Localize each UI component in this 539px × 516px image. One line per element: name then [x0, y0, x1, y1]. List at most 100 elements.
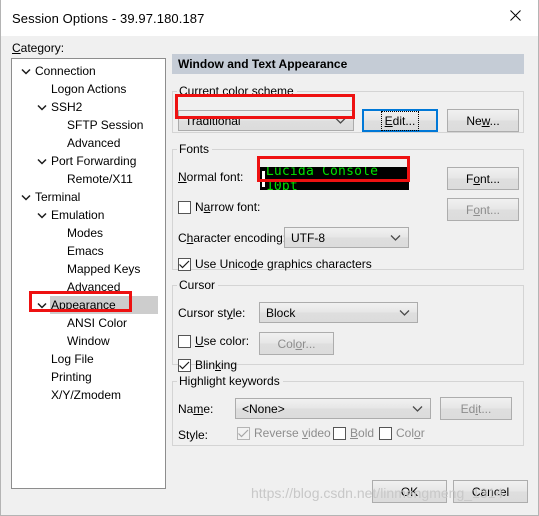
bold-checkbox-wrap[interactable]: Bold: [333, 426, 374, 440]
tree-item-label: X/Y/Zmodem: [51, 388, 122, 402]
blinking-label: Blinking: [195, 358, 238, 372]
tree-item-port-forwarding[interactable]: Port Forwarding: [12, 152, 165, 170]
highlight-style-label: Style:: [178, 428, 209, 442]
chevron-down-icon[interactable]: [18, 68, 34, 75]
tree-item-mapped-keys[interactable]: Mapped Keys: [12, 260, 165, 278]
reverse-video-label: Reverse video: [254, 426, 331, 440]
tree-item-label: Connection: [35, 64, 96, 78]
chevron-down-icon: [399, 309, 410, 316]
cursor-color-button-label: Color...: [277, 336, 316, 351]
tree-item-advanced[interactable]: Advanced: [12, 134, 165, 152]
tree-item-label: SFTP Session: [67, 118, 144, 132]
cursor-style-row: Cursor style:: [178, 306, 245, 320]
tree-item-emulation[interactable]: Emulation: [12, 206, 165, 224]
chevron-down-icon[interactable]: [18, 194, 34, 201]
settings-panel: Window and Text Appearance: [172, 54, 524, 74]
chevron-down-icon[interactable]: [34, 212, 50, 219]
chevron-down-icon[interactable]: [34, 158, 50, 165]
unicode-graphics-label: Use Unicode graphics characters: [195, 257, 372, 271]
ok-button[interactable]: OK: [372, 480, 447, 503]
highlight-style-row: Style:: [178, 428, 208, 442]
tree-item-sftp-session[interactable]: SFTP Session: [12, 116, 165, 134]
text-caret: [262, 170, 265, 187]
color-scheme-new-button[interactable]: New...: [447, 109, 519, 132]
tree-item-remote-x11[interactable]: Remote/X11: [12, 170, 165, 188]
color-checkbox-wrap[interactable]: Color: [379, 426, 425, 440]
chevron-down-icon: [390, 234, 401, 241]
use-color-label: Use color:: [195, 334, 250, 348]
tree-item-logon-actions[interactable]: Logon Actions: [12, 80, 165, 98]
unicode-graphics-checkbox-wrap[interactable]: Use Unicode graphics characters: [178, 257, 372, 271]
narrow-font-label: Narrow font:: [195, 200, 261, 214]
narrow-font-checkbox-wrap[interactable]: Narrow font:: [178, 200, 260, 214]
tree-item-connection[interactable]: Connection: [12, 62, 165, 80]
normal-font-button[interactable]: Font...: [447, 167, 519, 190]
tree-item-label: SSH2: [51, 100, 83, 114]
chevron-down-icon[interactable]: [34, 302, 50, 309]
tree-item-window[interactable]: Window: [12, 332, 165, 350]
chevron-down-icon[interactable]: [34, 104, 50, 111]
window-title: Session Options - 39.97.180.187: [12, 10, 205, 26]
color-checkbox[interactable]: [379, 426, 392, 440]
tree-item-ssh2[interactable]: SSH2: [12, 98, 165, 116]
cursor-legend: Cursor: [179, 278, 216, 292]
close-icon[interactable]: [492, 0, 538, 31]
encoding-label: Character encoding:: [178, 231, 287, 245]
bold-checkbox[interactable]: [333, 426, 346, 440]
tree-item-label: Mapped Keys: [67, 262, 141, 276]
encoding-value: UTF-8: [291, 230, 325, 245]
highlight-edit-button: Edit...: [440, 397, 512, 420]
tree-item-emacs[interactable]: Emacs: [12, 242, 165, 260]
use-color-checkbox-wrap[interactable]: Use color:: [178, 334, 249, 348]
color-scheme-new-label: New...: [466, 113, 500, 128]
tree-item-label: Port Forwarding: [51, 154, 137, 168]
chevron-down-icon: [412, 405, 423, 412]
use-color-checkbox[interactable]: [178, 334, 191, 348]
tree-item-label: Advanced: [67, 280, 121, 294]
highlight-name-combo[interactable]: <None>: [235, 398, 431, 419]
tree-item-label: Appearance: [50, 296, 158, 314]
bold-label: Bold: [350, 426, 375, 440]
highlight-name-value: <None>: [242, 401, 285, 416]
tree-item-terminal[interactable]: Terminal: [12, 188, 165, 206]
tree-item-label: ANSI Color: [67, 316, 128, 330]
tree-item-label: Log File: [51, 352, 94, 366]
tree-item-modes[interactable]: Modes: [12, 224, 165, 242]
tree-item-printing[interactable]: Printing: [12, 368, 165, 386]
blinking-checkbox[interactable]: [178, 358, 191, 372]
category-tree[interactable]: Connection Logon Actions SSH2 SFTP Session A…: [11, 58, 166, 489]
encoding-row: Character encoding:: [178, 231, 286, 245]
blinking-checkbox-wrap[interactable]: Blinking: [178, 358, 237, 372]
fonts-legend: Fonts: [179, 142, 210, 156]
cancel-button[interactable]: Cancel: [453, 480, 528, 503]
reverse-video-checkbox-wrap: Reverse video: [237, 426, 331, 440]
ok-button-label: OK: [400, 484, 419, 499]
tree-item-log-file[interactable]: Log File: [12, 350, 165, 368]
cursor-style-combo[interactable]: Block: [259, 302, 418, 323]
tree-item-label: Emulation: [51, 208, 105, 222]
highlight-keywords-group: Highlight keywords Name: <None> Edit... …: [172, 374, 524, 446]
highlight-name-row: Name:: [178, 402, 213, 416]
highlight-name-label: Name:: [178, 402, 214, 416]
cursor-color-button: Color...: [259, 332, 334, 355]
tree-item-label: Terminal: [35, 190, 81, 204]
fonts-group: Fonts Normal font: Lucida Console 10pt F…: [172, 142, 524, 271]
tree-item-label: Advanced: [67, 136, 121, 150]
tree-item-label: Printing: [51, 370, 92, 384]
color-scheme-edit-button[interactable]: Edit...: [362, 109, 438, 132]
normal-font-row: Normal font:: [178, 170, 243, 184]
tree-item-ansi-color[interactable]: ANSI Color: [12, 314, 165, 332]
color-scheme-legend: Current color scheme: [179, 84, 294, 98]
highlight-legend: Highlight keywords: [179, 374, 280, 388]
narrow-font-checkbox[interactable]: [178, 200, 191, 214]
color-scheme-combo[interactable]: Traditional: [178, 110, 354, 131]
tree-item-label: Logon Actions: [51, 82, 127, 96]
tree-item-x-y-zmodem[interactable]: X/Y/Zmodem: [12, 386, 165, 404]
normal-font-label: Normal font:: [178, 170, 244, 184]
tree-item-advanced[interactable]: Advanced: [12, 278, 165, 296]
normal-font-display[interactable]: Lucida Console 10pt: [260, 167, 409, 190]
unicode-graphics-checkbox[interactable]: [178, 257, 191, 271]
tree-item-appearance[interactable]: Appearance: [12, 296, 165, 314]
section-header: Window and Text Appearance: [172, 54, 524, 74]
encoding-combo[interactable]: UTF-8: [284, 227, 409, 248]
